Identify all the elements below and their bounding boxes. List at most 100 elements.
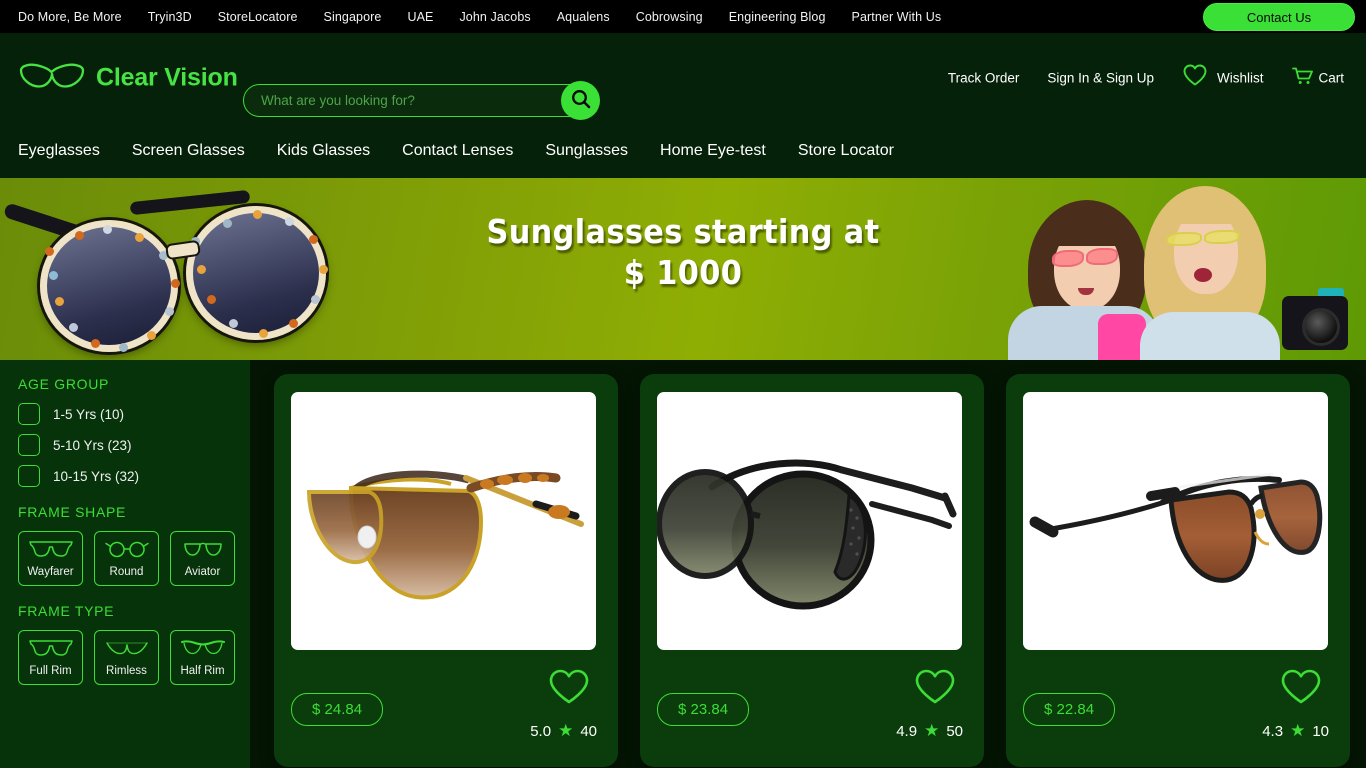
filter-label-round: Round — [109, 566, 144, 578]
filter-label-full-rim: Full Rim — [29, 665, 72, 677]
filter-option-age-10-15[interactable]: 10-15 Yrs (32) — [18, 465, 250, 487]
filter-option-age-1-5[interactable]: 1-5 Yrs (10) — [18, 403, 250, 425]
filter-title-age-group: AGE GROUP — [18, 376, 110, 392]
catalog-area: AGE GROUP 1-5 Yrs (10) 5-10 Yrs (23) 10-… — [0, 360, 1366, 768]
checkbox-age-5-10[interactable] — [18, 434, 40, 456]
main-navigation: Eyeglasses Screen Glasses Kids Glasses C… — [0, 123, 1366, 178]
topbar-link-do-more[interactable]: Do More, Be More — [18, 10, 135, 24]
product-rating: 4.9 ★ 50 — [896, 721, 963, 741]
heart-icon — [1182, 64, 1208, 93]
filter-tile-aviator[interactable]: Aviator — [170, 531, 235, 586]
product-grid: $ 24.84 5.0 ★ 40 $ 23.84 4.9 ★ 50 $ 22.8… — [250, 360, 1366, 768]
site-header: Clear Vision Track Order Sign In & Sign … — [0, 33, 1366, 123]
product-card-footer: $ 22.84 4.3 ★ 10 — [1023, 669, 1333, 747]
checkbox-age-10-15[interactable] — [18, 465, 40, 487]
wishlist-heart-icon[interactable] — [914, 668, 956, 711]
checkbox-age-1-5[interactable] — [18, 403, 40, 425]
star-icon: ★ — [558, 721, 574, 740]
nav-item-home-eye-test[interactable]: Home Eye-test — [644, 142, 782, 160]
cat-eye-glasses-icon — [18, 62, 86, 95]
nav-item-kids-glasses[interactable]: Kids Glasses — [261, 142, 386, 160]
camera-icon — [1282, 296, 1348, 350]
brand-name: Clear Vision — [96, 63, 238, 92]
filter-tile-round[interactable]: Round — [94, 531, 159, 586]
search-submit-button[interactable] — [561, 81, 600, 120]
round-glasses-icon — [104, 539, 150, 563]
filter-label-age-1-5: 1-5 Yrs (10) — [53, 406, 125, 422]
nav-item-contact-lenses[interactable]: Contact Lenses — [386, 142, 529, 160]
topbar-link-partner-with-us[interactable]: Partner With Us — [839, 10, 955, 24]
search-icon — [570, 88, 592, 113]
topbar-link-engineering-blog[interactable]: Engineering Blog — [716, 10, 839, 24]
search-input[interactable] — [243, 84, 596, 117]
cart-link[interactable]: Cart — [1291, 66, 1344, 91]
nav-item-eyeglasses[interactable]: Eyeglasses — [18, 142, 116, 160]
header-actions: Track Order Sign In & Sign Up Wishlist C… — [948, 64, 1344, 93]
filter-label-wayfarer: Wayfarer — [27, 566, 74, 578]
shopping-cart-icon — [1291, 66, 1315, 91]
filter-tile-half-rim[interactable]: Half Rim — [170, 630, 235, 685]
half-rim-glasses-icon — [180, 638, 226, 662]
product-card-footer: $ 23.84 4.9 ★ 50 — [657, 669, 967, 747]
contact-us-button[interactable]: Contact Us — [1203, 3, 1355, 31]
topbar-link-tryin3d[interactable]: Tryin3D — [135, 10, 205, 24]
filter-tile-wayfarer[interactable]: Wayfarer — [18, 531, 83, 586]
product-card[interactable]: $ 22.84 4.3 ★ 10 — [1006, 374, 1350, 767]
filter-tile-full-rim[interactable]: Full Rim — [18, 630, 83, 685]
filter-label-age-10-15: 10-15 Yrs (32) — [53, 468, 140, 484]
filter-label-half-rim: Half Rim — [180, 665, 225, 677]
product-card-footer: $ 24.84 5.0 ★ 40 — [291, 669, 601, 747]
star-icon: ★ — [1290, 721, 1306, 740]
filter-group-frame-shape: FRAME SHAPE Wayfarer Round Aviator — [18, 504, 250, 586]
frame-shape-tiles: Wayfarer Round Aviator — [18, 531, 250, 586]
topbar-link-john-jacobs[interactable]: John Jacobs — [446, 10, 543, 24]
filter-label-age-5-10: 5-10 Yrs (23) — [53, 437, 132, 453]
filter-tile-rimless[interactable]: Rimless — [94, 630, 159, 685]
filter-title-frame-type: FRAME TYPE — [18, 603, 115, 619]
brand-logo[interactable]: Clear Vision — [18, 62, 238, 95]
rimless-glasses-icon — [104, 638, 150, 662]
nav-item-store-locator[interactable]: Store Locator — [782, 142, 910, 160]
aviator-glasses-icon — [180, 539, 226, 563]
topbar-link-uae[interactable]: UAE — [394, 10, 446, 24]
review-count: 50 — [946, 722, 963, 740]
product-price-button[interactable]: $ 24.84 — [291, 693, 384, 726]
product-card[interactable]: $ 23.84 4.9 ★ 50 — [640, 374, 984, 767]
search-bar — [243, 81, 600, 120]
product-rating: 5.0 ★ 40 — [530, 721, 597, 741]
filter-sidebar: AGE GROUP 1-5 Yrs (10) 5-10 Yrs (23) 10-… — [0, 360, 250, 768]
nav-item-sunglasses[interactable]: Sunglasses — [529, 142, 644, 160]
product-rating: 4.3 ★ 10 — [1262, 721, 1329, 741]
full-rim-glasses-icon — [28, 638, 74, 662]
hero-models-photo — [1000, 178, 1366, 360]
product-image-black-round — [657, 392, 962, 650]
product-image-gold-aviator — [291, 392, 596, 650]
rating-value: 4.3 — [1262, 722, 1284, 740]
nav-item-screen-glasses[interactable]: Screen Glasses — [116, 142, 261, 160]
topbar-link-cobrowsing[interactable]: Cobrowsing — [623, 10, 716, 24]
wishlist-heart-icon[interactable] — [1280, 668, 1322, 711]
rating-value: 4.9 — [896, 722, 918, 740]
wishlist-label: Wishlist — [1216, 70, 1264, 86]
topbar-link-storelocatore[interactable]: StoreLocatore — [205, 10, 311, 24]
hero-banner[interactable]: Sunglasses starting at $ 1000 — [0, 178, 1366, 360]
track-order-link[interactable]: Track Order — [948, 71, 1020, 86]
filter-label-rimless: Rimless — [106, 665, 147, 677]
filter-title-frame-shape: FRAME SHAPE — [18, 504, 127, 520]
wishlist-link[interactable]: Wishlist — [1182, 64, 1264, 93]
top-utility-links: Do More, Be More Tryin3D StoreLocatore S… — [0, 10, 954, 24]
sign-in-sign-up-link[interactable]: Sign In & Sign Up — [1047, 71, 1154, 86]
product-price-button[interactable]: $ 23.84 — [657, 693, 750, 726]
review-count: 10 — [1312, 722, 1329, 740]
topbar-link-singapore[interactable]: Singapore — [311, 10, 395, 24]
top-utility-bar: Do More, Be More Tryin3D StoreLocatore S… — [0, 0, 1366, 33]
filter-option-age-5-10[interactable]: 5-10 Yrs (23) — [18, 434, 250, 456]
filter-group-age-group: AGE GROUP 1-5 Yrs (10) 5-10 Yrs (23) 10-… — [18, 376, 250, 487]
product-card[interactable]: $ 24.84 5.0 ★ 40 — [274, 374, 618, 767]
star-icon: ★ — [924, 721, 940, 740]
topbar-link-aqualens[interactable]: Aqualens — [544, 10, 623, 24]
wishlist-heart-icon[interactable] — [548, 668, 590, 711]
wayfarer-glasses-icon — [28, 539, 74, 563]
product-price-button[interactable]: $ 22.84 — [1023, 693, 1116, 726]
filter-label-aviator: Aviator — [184, 566, 221, 578]
